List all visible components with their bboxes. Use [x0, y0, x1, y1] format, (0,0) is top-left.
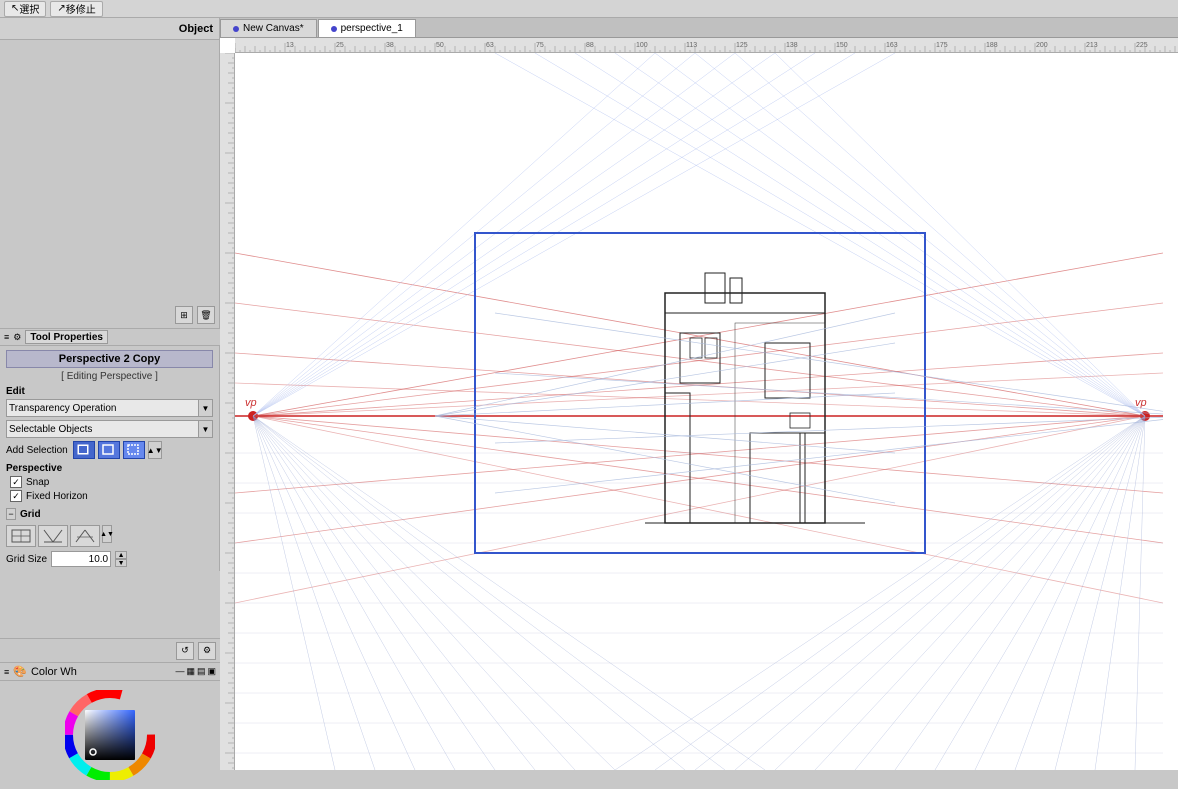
svg-text:75: 75 [536, 42, 544, 49]
fixed-horizon-label: Fixed Horizon [26, 491, 88, 502]
svg-text:138: 138 [786, 42, 798, 49]
add-selection-btn3[interactable] [123, 441, 145, 459]
grid-btn-group: ▲▼ [6, 525, 213, 547]
transparency-operation-arrow[interactable]: ▼ [199, 399, 213, 417]
edit-panel: Perspective 2 Copy [ Editing Perspective… [0, 346, 220, 571]
svg-text:50: 50 [436, 42, 444, 49]
svg-text:163: 163 [886, 42, 898, 49]
object-panel-title: Object [179, 23, 213, 35]
ruler-left [220, 53, 235, 770]
svg-text:88: 88 [586, 42, 594, 49]
snap-row: ✓ Snap [6, 476, 213, 488]
perspective-section-label: Perspective [6, 463, 213, 474]
svg-text:150: 150 [836, 42, 848, 49]
selectable-objects-select[interactable]: Selectable Objects [6, 420, 199, 438]
transparency-operation-row: Transparency Operation ▼ [6, 399, 213, 417]
selectable-objects-arrow[interactable]: ▼ [199, 420, 213, 438]
fixed-horizon-row: ✓ Fixed Horizon [6, 490, 213, 502]
left-panel: Object ⊞ 🗑 ≡ ⚙ Tool Properties Perspecti… [0, 18, 220, 770]
transparency-operation-select[interactable]: Transparency Operation [6, 399, 199, 417]
color-panel-controls: — ▦ ▤ ▣ [175, 666, 216, 677]
grid-section: − Grid [6, 506, 213, 567]
tab-bar: New Canvas* perspective_1 [220, 18, 1178, 38]
svg-text:113: 113 [686, 42, 697, 49]
color-panel: ≡ 🎨 Color Wh — ▦ ▤ ▣ [0, 662, 220, 788]
perspective-section: Perspective ✓ Snap ✓ Fixed Horizon [6, 463, 213, 502]
svg-text:200: 200 [1036, 42, 1048, 49]
grid-size-input[interactable] [51, 551, 111, 567]
snap-label: Snap [26, 477, 49, 488]
perspective-name: Perspective 2 Copy [6, 350, 213, 368]
tab-perspective[interactable]: perspective_1 [318, 19, 416, 37]
fixed-horizon-checkbox[interactable]: ✓ [10, 490, 22, 502]
tab-label-perspective: perspective_1 [341, 23, 403, 34]
selectable-objects-row: Selectable Objects ▼ [6, 420, 213, 438]
settings-btn[interactable]: ⚙ [198, 642, 216, 660]
ruler-top-svg: 13 25 38 50 63 75 88 100 113 125 138 150 163 175 188 20… [235, 38, 1178, 53]
svg-text:225: 225 [1136, 42, 1148, 49]
tool-props-icon2: ⚙ [13, 332, 21, 343]
ruler-left-svg [220, 53, 235, 770]
add-selection-btn2[interactable] [98, 441, 120, 459]
editing-perspective-label: [ Editing Perspective ] [6, 371, 213, 382]
grid-btn2[interactable] [38, 525, 68, 547]
grid-size-label: Grid Size [6, 554, 47, 565]
svg-text:213: 213 [1086, 42, 1098, 49]
modify-tool-btn[interactable]: ↗ 移修止 [50, 1, 102, 17]
bottom-tools-row: ↺ ⚙ [0, 638, 220, 662]
svg-text:vp: vp [245, 397, 257, 409]
tab-new-canvas[interactable]: New Canvas* [220, 19, 317, 37]
svg-text:188: 188 [986, 42, 998, 49]
modify-icon: ↗ [57, 3, 65, 14]
object-panel-header: Object [0, 18, 219, 40]
grid-type-spin[interactable]: ▲▼ [102, 525, 112, 543]
svg-text:175: 175 [936, 42, 948, 49]
svg-text:100: 100 [636, 42, 648, 49]
svg-text:125: 125 [736, 42, 748, 49]
add-selection-label: Add Selection [6, 445, 68, 456]
grid-size-up[interactable]: ▲ [115, 551, 127, 559]
ruler-top: 13 25 38 50 63 75 88 100 113 125 138 150 163 175 188 20… [235, 38, 1178, 53]
tab-dot-new-canvas [233, 26, 239, 32]
svg-text:13: 13 [286, 42, 294, 49]
color-panel-header: ≡ 🎨 Color Wh — ▦ ▤ ▣ [0, 663, 220, 681]
canvas-svg: vp vp [235, 53, 1163, 770]
snap-checkbox[interactable]: ✓ [10, 476, 22, 488]
add-selection-row: Add Selection ▲▼ [6, 441, 213, 459]
top-toolbar: ↖ 選択 ↗ 移修止 [0, 0, 1178, 18]
color-wheel-container[interactable] [0, 681, 220, 789]
grid-label-row: − Grid [6, 506, 213, 522]
refresh-btn[interactable]: ↺ [176, 642, 194, 660]
canvas-drawing[interactable]: vp vp [235, 53, 1163, 770]
select-icon: ↖ [11, 3, 19, 14]
tool-props-icon: ≡ [4, 332, 9, 342]
grid-btn1[interactable] [6, 525, 36, 547]
grid-size-down[interactable]: ▼ [115, 559, 127, 567]
select-tool-btn[interactable]: ↖ 選択 [4, 1, 46, 17]
edit-section-label: Edit [6, 386, 213, 397]
add-selection-spin[interactable]: ▲▼ [148, 441, 162, 459]
svg-text:25: 25 [336, 42, 344, 49]
canvas-area: 13 25 38 50 63 75 88 100 113 125 138 150 163 175 188 20… [220, 38, 1178, 770]
color-wheel[interactable] [65, 690, 155, 780]
tab-dot-perspective [331, 26, 337, 32]
color-panel-label: Color Wh [31, 666, 77, 678]
tab-label-new-canvas: New Canvas* [243, 23, 304, 34]
add-selection-btn1[interactable] [73, 441, 95, 459]
svg-text:38: 38 [386, 42, 394, 49]
grid-minus-btn[interactable]: − [6, 508, 16, 520]
object-panel-icons: ⊞ 🗑 [175, 306, 215, 324]
tool-props-panel-header: ≡ ⚙ Tool Properties [0, 328, 220, 346]
object-panel-icon2[interactable]: 🗑 [197, 306, 215, 324]
object-panel-icon1[interactable]: ⊞ [175, 306, 193, 324]
grid-btn3[interactable] [70, 525, 100, 547]
grid-size-row: Grid Size ▲ ▼ [6, 551, 213, 567]
color-panel-icon2: 🎨 [13, 665, 27, 678]
object-panel: Object ⊞ 🗑 [0, 18, 220, 328]
color-panel-icon1: ≡ [4, 667, 9, 677]
tool-props-tab[interactable]: Tool Properties [25, 330, 108, 344]
grid-size-spinner: ▲ ▼ [115, 551, 127, 567]
grid-section-label: Grid [20, 509, 41, 520]
svg-text:63: 63 [486, 42, 494, 49]
